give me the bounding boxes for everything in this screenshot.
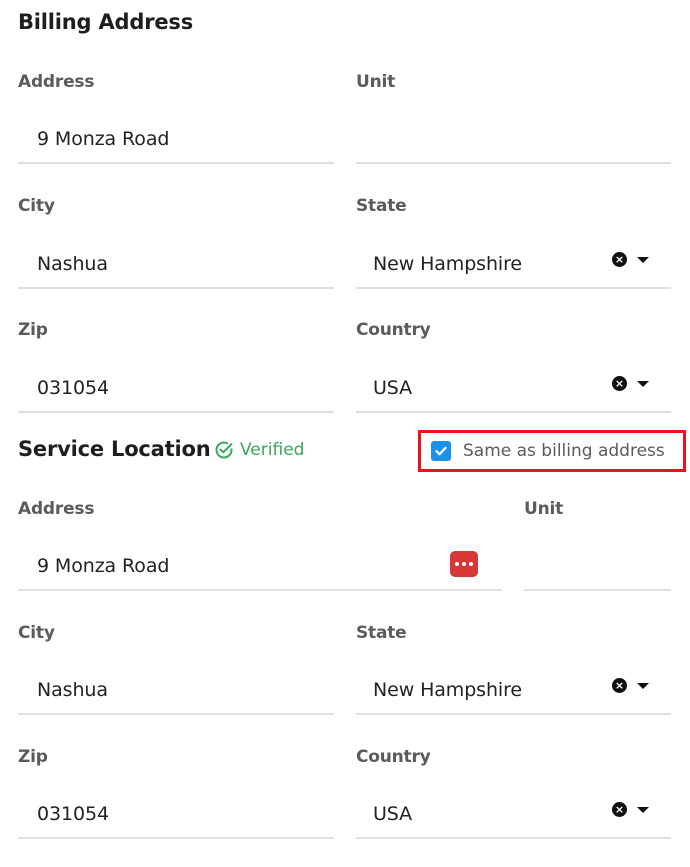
clear-icon[interactable]: × (612, 678, 627, 693)
service-country-label: Country (356, 747, 431, 767)
billing-zip-value: 031054 (37, 377, 109, 399)
billing-city-value: Nashua (37, 253, 108, 275)
billing-country-select[interactable]: USA × (356, 373, 671, 413)
billing-country-label: Country (356, 320, 431, 340)
more-horizontal-icon[interactable] (450, 551, 478, 577)
service-address-input[interactable]: 9 Monza Road (18, 551, 502, 591)
clear-icon[interactable]: × (612, 252, 627, 267)
clear-icon[interactable]: × (612, 376, 627, 391)
billing-address-label: Address (18, 72, 95, 92)
billing-address-input[interactable]: 9 Monza Road (18, 124, 334, 164)
clear-icon[interactable]: × (612, 802, 627, 817)
service-state-label: State (356, 623, 407, 643)
service-zip-input[interactable]: 031054 (18, 799, 334, 839)
billing-zip-label: Zip (18, 320, 48, 340)
service-city-label: City (18, 623, 55, 643)
billing-state-label: State (356, 196, 407, 216)
caret-down-icon[interactable] (637, 807, 649, 813)
caret-down-icon[interactable] (637, 257, 649, 263)
billing-state-select[interactable]: New Hampshire × (356, 249, 671, 289)
billing-city-input[interactable]: Nashua (18, 249, 334, 289)
caret-down-icon[interactable] (637, 381, 649, 387)
service-state-value: New Hampshire (373, 679, 522, 701)
verified-badge: Verified (214, 440, 304, 460)
service-country-value: USA (373, 803, 413, 825)
service-zip-value: 031054 (37, 803, 109, 825)
checkbox-checked-icon[interactable] (431, 441, 451, 461)
same-as-billing-checkbox[interactable]: Same as billing address (418, 430, 686, 472)
service-unit-label: Unit (524, 499, 564, 519)
check-circle-icon (215, 441, 233, 459)
service-zip-label: Zip (18, 747, 48, 767)
service-address-label: Address (18, 499, 95, 519)
service-unit-input[interactable] (524, 551, 671, 591)
billing-address-title: Billing Address (18, 10, 194, 34)
billing-unit-label: Unit (356, 72, 396, 92)
billing-country-value: USA (373, 377, 413, 399)
billing-city-label: City (18, 196, 55, 216)
service-location-title: Service Location (18, 437, 211, 461)
service-city-value: Nashua (37, 679, 108, 701)
billing-zip-input[interactable]: 031054 (18, 373, 334, 413)
same-as-billing-label: Same as billing address (463, 441, 665, 461)
verified-text: Verified (240, 440, 305, 460)
caret-down-icon[interactable] (637, 683, 649, 689)
billing-unit-input[interactable] (356, 124, 671, 164)
service-city-input[interactable]: Nashua (18, 675, 334, 715)
billing-address-value: 9 Monza Road (37, 128, 170, 150)
service-address-value: 9 Monza Road (37, 555, 170, 577)
service-state-select[interactable]: New Hampshire × (356, 675, 671, 715)
service-country-select[interactable]: USA × (356, 799, 671, 839)
billing-state-value: New Hampshire (373, 253, 522, 275)
